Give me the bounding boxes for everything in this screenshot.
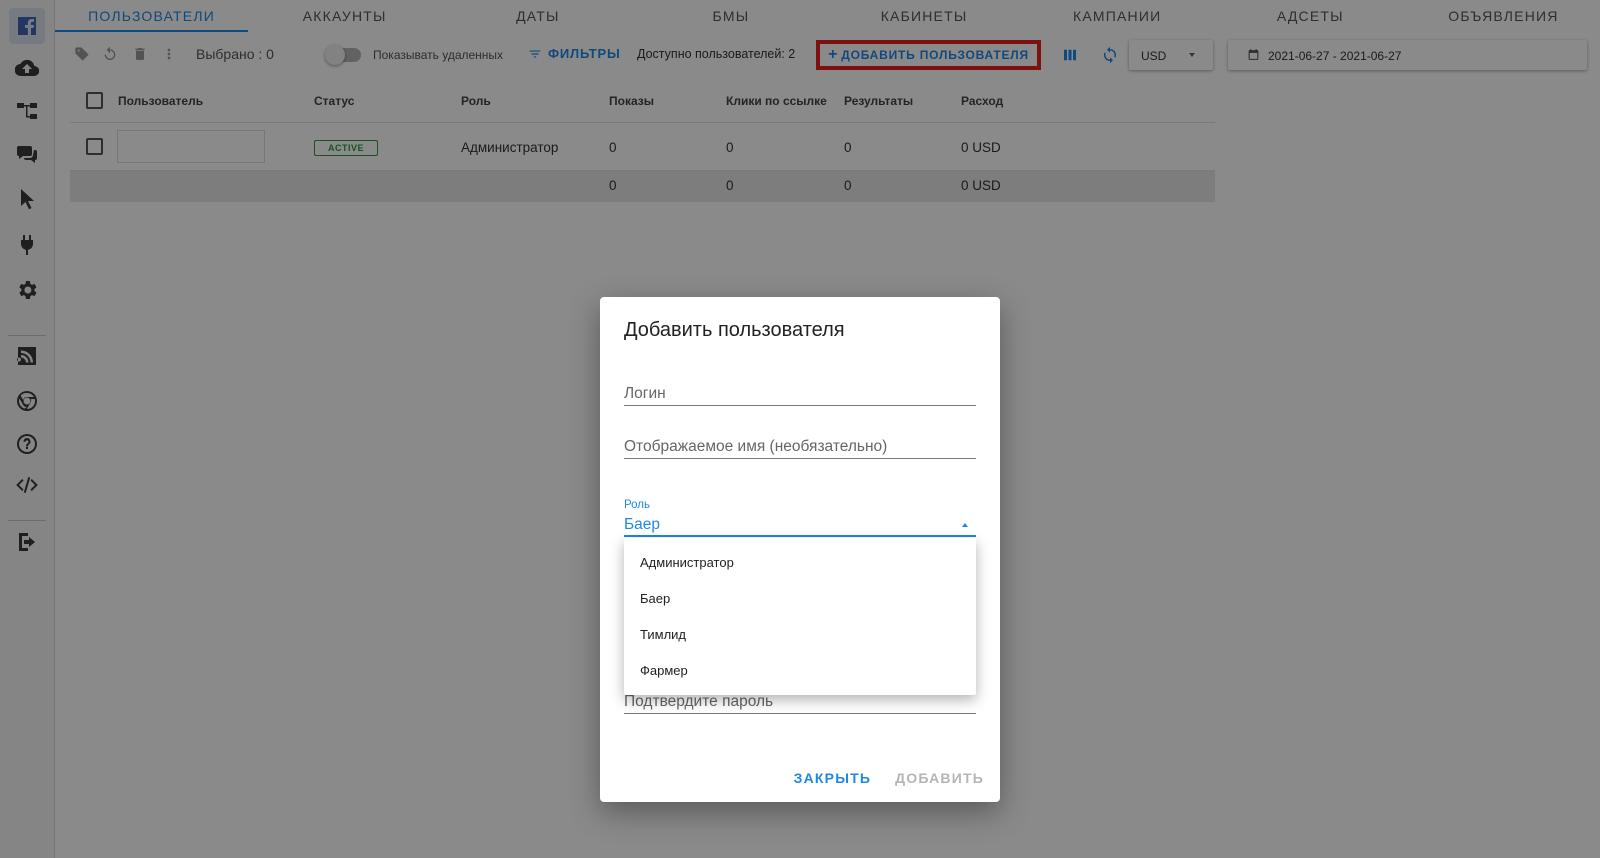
- add-user-dialog: Добавить пользователя Логин Отображаемое…: [600, 297, 1000, 802]
- role-value: Баер: [624, 516, 661, 533]
- display-name-field[interactable]: Отображаемое имя (необязательно): [624, 437, 976, 459]
- confirm-password-field[interactable]: Подтвердите пароль: [624, 692, 976, 714]
- add-button[interactable]: Добавить: [895, 770, 984, 786]
- display-name-placeholder: Отображаемое имя (необязательно): [624, 438, 888, 455]
- dialog-title: Добавить пользователя: [624, 319, 845, 341]
- dialog-actions: Закрыть Добавить: [794, 770, 984, 786]
- role-select[interactable]: Роль Баер: [624, 499, 976, 537]
- role-option-buyer[interactable]: Баер: [624, 581, 976, 617]
- role-option-admin[interactable]: Администратор: [624, 545, 976, 581]
- login-placeholder: Логин: [624, 385, 666, 402]
- login-field[interactable]: Логин: [624, 384, 976, 406]
- chevron-up-icon: [962, 523, 968, 527]
- role-option-teamlead[interactable]: Тимлид: [624, 617, 976, 653]
- confirm-password-placeholder: Подтвердите пароль: [624, 693, 774, 710]
- role-option-farmer[interactable]: Фармер: [624, 653, 976, 689]
- close-button[interactable]: Закрыть: [794, 770, 871, 786]
- role-label: Роль: [624, 499, 651, 511]
- role-dropdown-menu: Администратор Баер Тимлид Фармер: [624, 538, 976, 695]
